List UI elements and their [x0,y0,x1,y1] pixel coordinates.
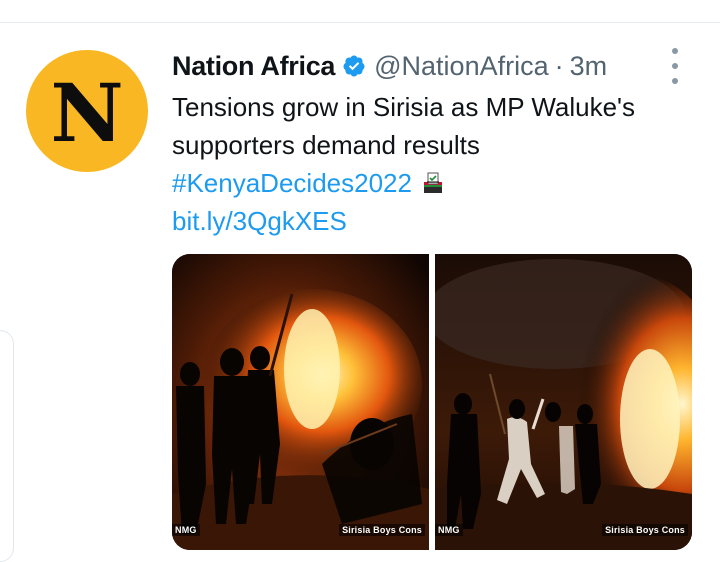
media-photo[interactable]: NMG Sirisia Boys Cons [172,254,429,550]
avatar-letter: N [50,66,124,160]
tweet-text: Tensions grow in Sirisia as MP Waluke's … [172,88,702,240]
handle[interactable]: @NationAfrica [374,51,548,82]
photo-caption: Sirisia Boys Cons [602,524,688,536]
adjacent-card-edge [0,330,14,562]
tweet-header: Nation Africa @NationAfrica · 3m [172,46,607,86]
verified-badge-icon [343,55,365,77]
tweet-text-line: Tensions grow in Sirisia as MP Waluke's [172,92,636,122]
tweet-text-line: supporters demand results [172,130,480,160]
media-grid: NMG Sirisia Boys Cons NMG Sirisia Boys C… [172,254,692,550]
photo-credit: NMG [435,524,463,536]
short-link[interactable]: bit.ly/3QgkXES [172,202,702,240]
photo-caption: Sirisia Boys Cons [339,524,425,536]
media-photo[interactable]: NMG Sirisia Boys Cons [435,254,692,550]
display-name[interactable]: Nation Africa [172,51,335,82]
ballot-box-icon [423,172,442,193]
photo-credit: NMG [172,524,200,536]
hashtag-link[interactable]: #KenyaDecides2022 [172,164,412,202]
avatar[interactable]: N [26,50,148,172]
hashtag-line: #KenyaDecides2022 [172,164,702,202]
fire-scene-image [435,254,692,550]
fire-scene-image [172,254,429,550]
top-divider [0,22,720,23]
separator-dot: · [554,50,564,81]
timestamp[interactable]: 3m [570,51,608,82]
more-options-icon[interactable] [665,48,685,84]
